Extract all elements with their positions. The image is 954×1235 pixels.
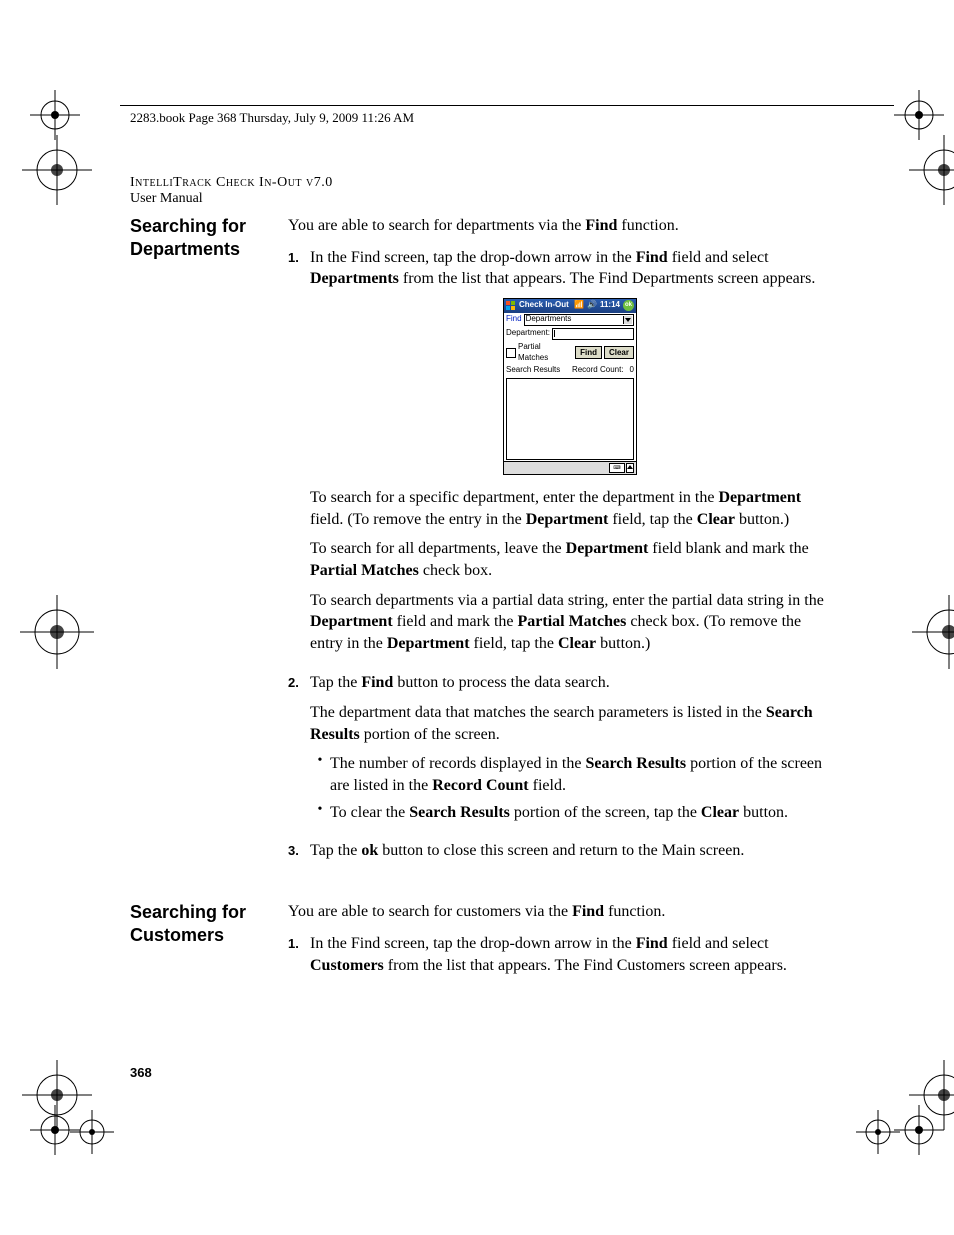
device-time: 11:14 bbox=[600, 300, 620, 311]
after-image-para: To search departments via a partial data… bbox=[310, 590, 830, 655]
after-image-para: To search for a specific department, ent… bbox=[310, 487, 830, 530]
ok-button[interactable]: ok bbox=[623, 300, 634, 311]
step-paragraph: Tap the ok button to close this screen a… bbox=[310, 840, 830, 862]
step-2: 2. Tap the Find button to process the da… bbox=[288, 672, 830, 830]
side-heading: Searching for Customers bbox=[130, 901, 288, 946]
device-screenshot: Check In-Out 📶 🔊 11:14 ok Fi bbox=[503, 298, 637, 475]
crop-mark-icon bbox=[909, 135, 954, 185]
crop-mark-icon bbox=[856, 1110, 906, 1160]
page-header-text: 2283.book Page 368 Thursday, July 9, 200… bbox=[130, 110, 414, 126]
crop-mark-icon bbox=[22, 135, 72, 185]
partial-matches-checkbox[interactable] bbox=[506, 348, 516, 358]
step-text: Tap the ok button to close this screen a… bbox=[310, 840, 830, 870]
page-number: 368 bbox=[130, 1065, 152, 1080]
find-label: Find bbox=[506, 314, 522, 325]
crop-mark-icon bbox=[912, 595, 954, 645]
follow-paragraph: The department data that matches the sea… bbox=[310, 702, 830, 745]
after-image-para: To search for all departments, leave the… bbox=[310, 538, 830, 581]
intro-paragraph: You are able to search for customers via… bbox=[288, 901, 830, 923]
intro-paragraph: You are able to search for departments v… bbox=[288, 215, 830, 237]
section-customers: Searching for Customers You are able to … bbox=[130, 901, 830, 994]
step-1: 1. In the Find screen, tap the drop-down… bbox=[288, 247, 830, 663]
keyboard-icon[interactable]: ⌨ bbox=[609, 463, 625, 473]
crop-mark-icon bbox=[20, 595, 70, 645]
department-input[interactable] bbox=[552, 328, 634, 340]
section-departments: Searching for Departments You are able t… bbox=[130, 215, 830, 879]
crop-mark-icon bbox=[30, 90, 80, 140]
signal-icon: 📶 bbox=[574, 300, 584, 311]
step-paragraph: In the Find screen, tap the drop-down ar… bbox=[310, 933, 830, 976]
step-text: In the Find screen, tap the drop-down ar… bbox=[310, 247, 830, 663]
find-dropdown[interactable]: Departments bbox=[524, 314, 634, 326]
page-body: IntelliTrack Check In-Out v7.0 User Manu… bbox=[130, 175, 830, 994]
record-count-label: Record Count: bbox=[572, 365, 624, 376]
chevron-down-icon bbox=[623, 316, 632, 324]
step-text: Tap the Find button to process the data … bbox=[310, 672, 830, 830]
step-paragraph: Tap the Find button to process the data … bbox=[310, 672, 830, 694]
step-1: 1. In the Find screen, tap the drop-down… bbox=[288, 933, 830, 984]
device-taskbar: ⌨ bbox=[504, 461, 636, 474]
running-head-2: User Manual bbox=[130, 191, 830, 207]
sip-arrow-icon[interactable] bbox=[626, 463, 634, 473]
section-content: You are able to search for customers via… bbox=[288, 901, 830, 994]
find-button[interactable]: Find bbox=[575, 346, 602, 359]
header-rule bbox=[120, 105, 894, 106]
crop-mark-icon bbox=[70, 1110, 120, 1160]
search-results-label: Search Results bbox=[506, 365, 560, 376]
device-titlebar: Check In-Out 📶 🔊 11:14 ok bbox=[504, 299, 636, 313]
crop-mark-icon bbox=[894, 90, 944, 140]
manual-page: 2283.book Page 368 Thursday, July 9, 200… bbox=[0, 0, 954, 1235]
device-title: Check In-Out bbox=[519, 300, 569, 311]
crop-mark-icon bbox=[909, 1060, 954, 1110]
partial-matches-label: Partial Matches bbox=[518, 342, 573, 364]
side-heading: Searching for Departments bbox=[130, 215, 288, 260]
search-results-list[interactable] bbox=[506, 378, 634, 460]
running-head-1: IntelliTrack Check In-Out v7.0 bbox=[130, 175, 830, 191]
windows-flag-icon bbox=[506, 301, 516, 311]
clear-button[interactable]: Clear bbox=[604, 346, 634, 359]
step-3: 3. Tap the ok button to close this scree… bbox=[288, 840, 830, 870]
department-label: Department: bbox=[506, 328, 550, 339]
bullet-item: • To clear the Search Results portion of… bbox=[310, 802, 830, 824]
crop-mark-icon bbox=[22, 1060, 72, 1110]
bullet-item: • The number of records displayed in the… bbox=[310, 753, 830, 796]
step-paragraph: In the Find screen, tap the drop-down ar… bbox=[310, 247, 830, 290]
section-content: You are able to search for departments v… bbox=[288, 215, 830, 879]
step-text: In the Find screen, tap the drop-down ar… bbox=[310, 933, 830, 984]
speaker-icon: 🔊 bbox=[587, 300, 597, 311]
record-count-value: 0 bbox=[630, 365, 634, 376]
